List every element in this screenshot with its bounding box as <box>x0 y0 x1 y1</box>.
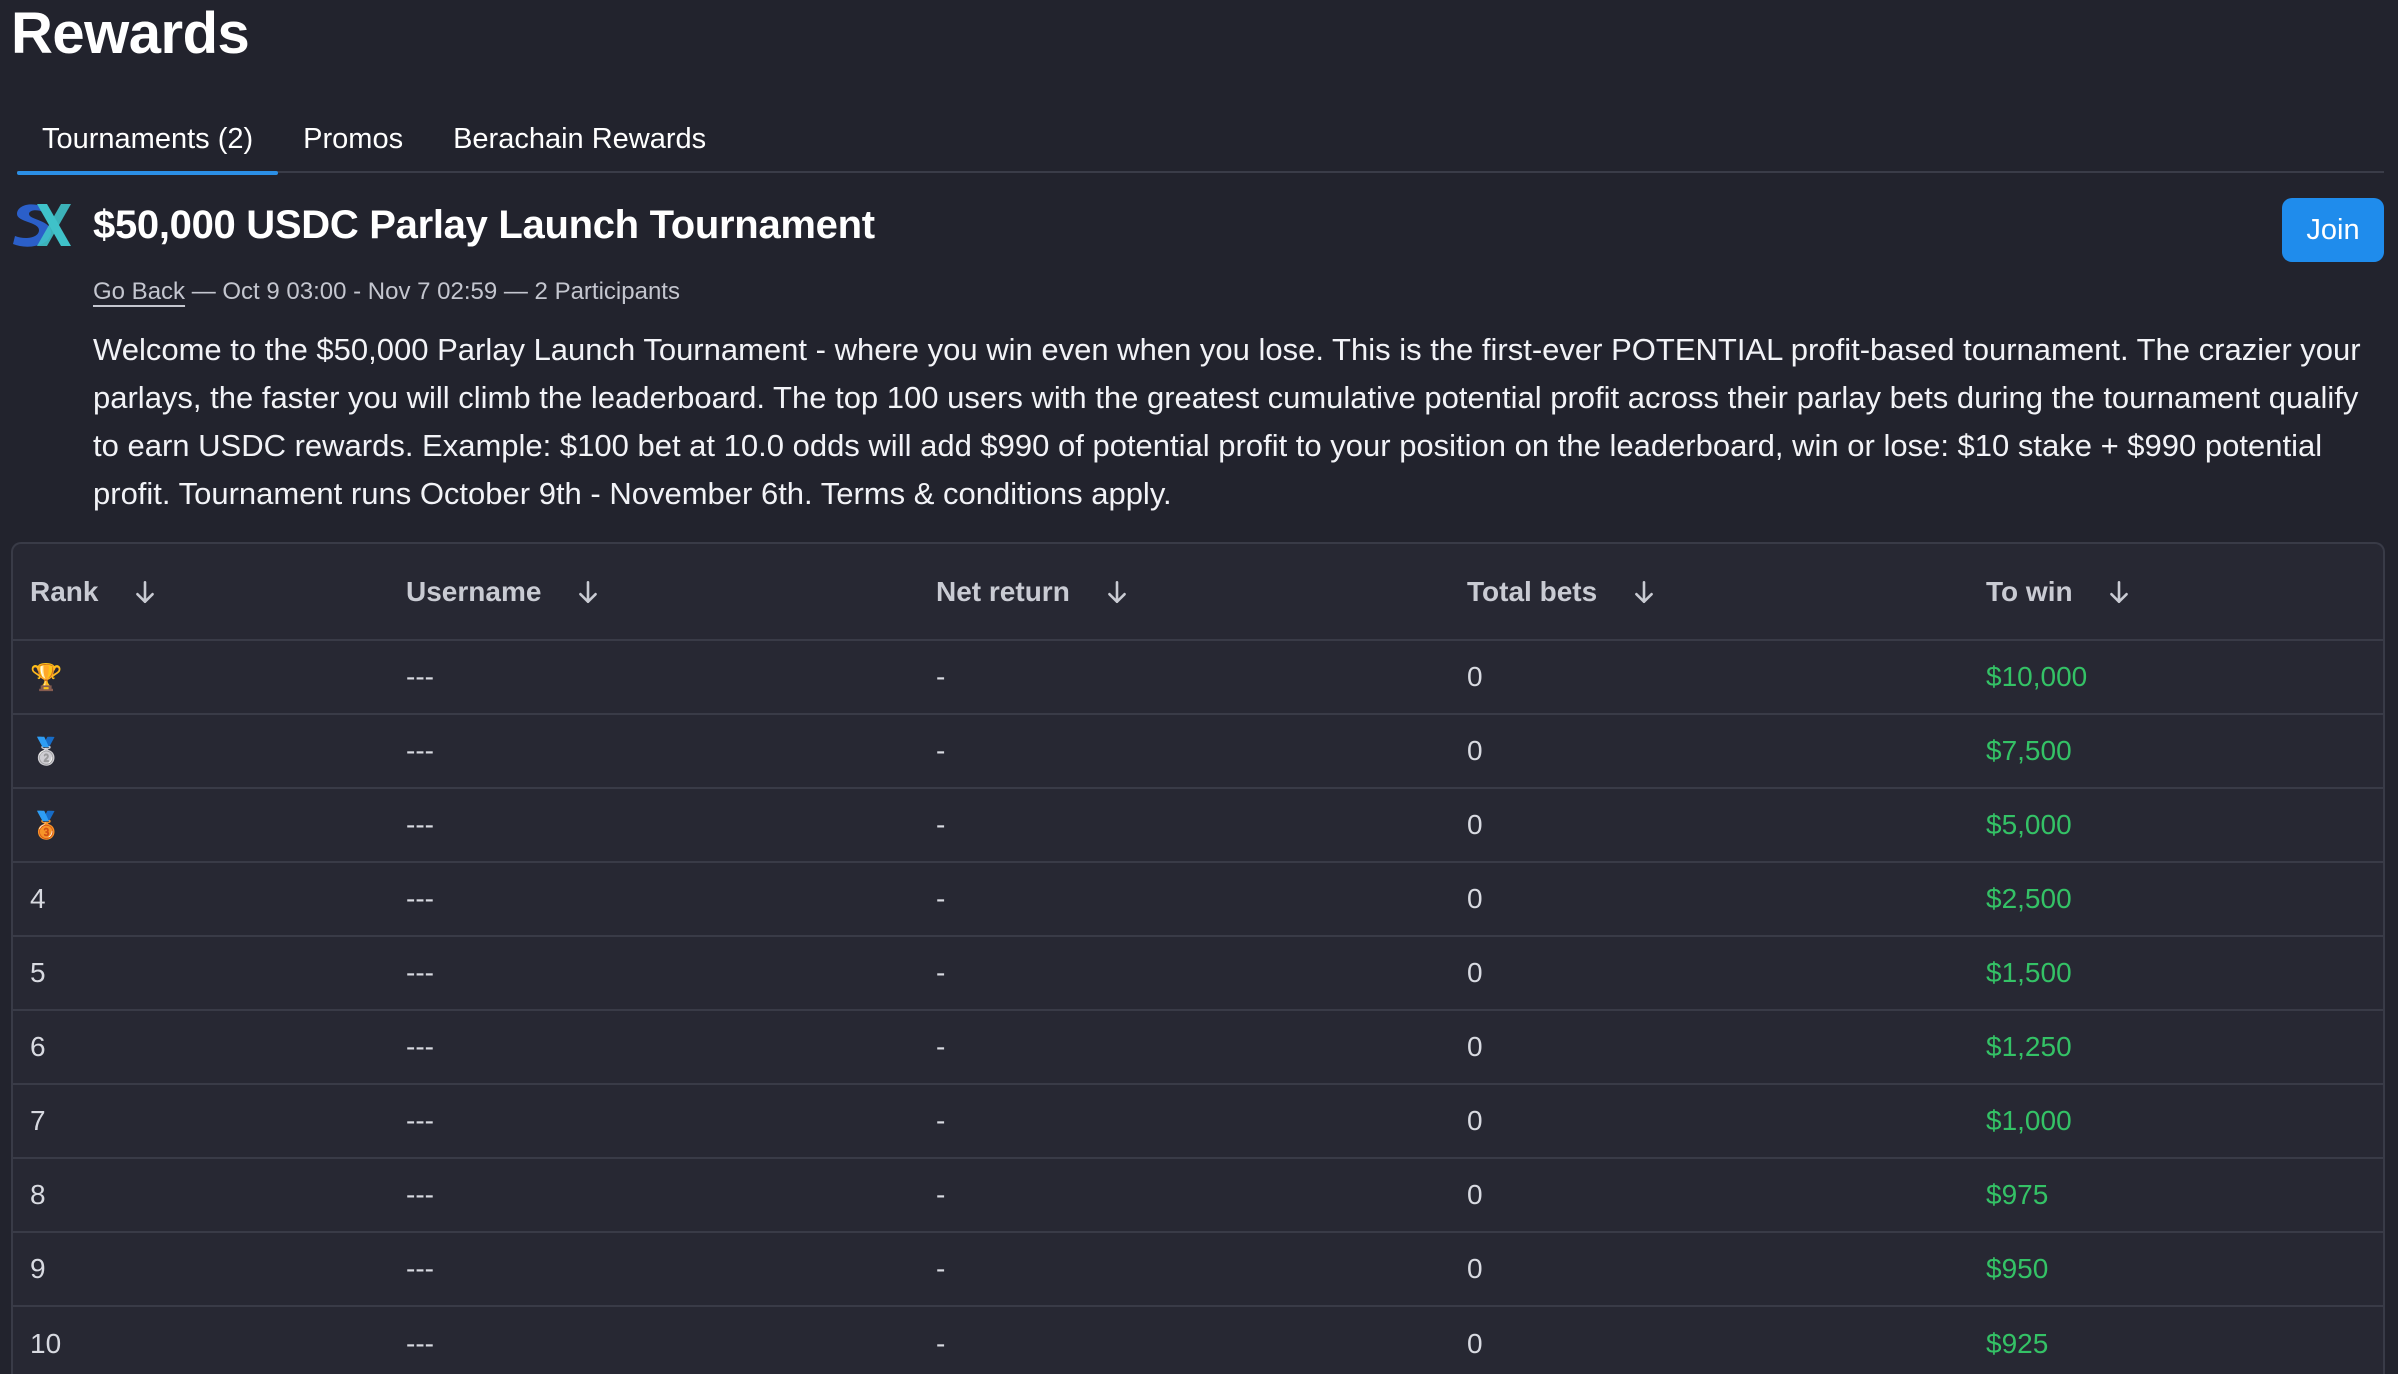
net-return-cell: - <box>936 1031 946 1062</box>
username-cell: --- <box>406 735 434 766</box>
table-row: 4 --- - 0 $2,500 <box>13 862 2383 936</box>
username-cell: --- <box>406 883 434 914</box>
username-cell: --- <box>406 1031 434 1062</box>
tab-tournaments[interactable]: Tournaments (2) <box>17 106 279 175</box>
arrow-down-icon <box>579 580 598 603</box>
table-row: 8 --- - 0 $975 <box>13 1158 2383 1232</box>
net-return-cell: - <box>936 809 946 840</box>
username-cell: --- <box>406 957 434 988</box>
column-header-username[interactable]: Username <box>389 544 919 640</box>
to-win-cell: $5,000 <box>1986 809 2072 840</box>
net-return-cell: - <box>936 735 946 766</box>
tab-bar: Tournaments (2) Promos Berachain Rewards <box>17 106 2384 175</box>
total-bets-cell: 0 <box>1467 809 1483 840</box>
table-row: 5 --- - 0 $1,500 <box>13 936 2383 1010</box>
go-back-link[interactable]: Go Back <box>93 278 185 305</box>
total-bets-cell: 0 <box>1467 883 1483 914</box>
leaderboard-table: Rank Username Net return Total bets To w… <box>11 542 2385 1374</box>
tournament-header: $50,000 USDC Parlay Launch Tournament Jo… <box>11 196 2384 262</box>
silver-medal-icon: 🥈 <box>30 736 63 766</box>
page: Rewards Tournaments (2) Promos Berachain… <box>0 0 2398 1374</box>
arrow-down-icon <box>1107 580 1126 603</box>
tab-promos[interactable]: Promos <box>278 106 428 173</box>
username-cell: --- <box>406 1179 434 1210</box>
table-row: 10 --- - 0 $925 <box>13 1306 2383 1374</box>
to-win-cell: $1,250 <box>1986 1031 2072 1062</box>
to-win-cell: $925 <box>1986 1327 2049 1359</box>
arrow-down-icon <box>2110 580 2129 603</box>
to-win-cell: $7,500 <box>1986 735 2072 766</box>
net-return-cell: - <box>936 1327 946 1359</box>
to-win-cell: $10,000 <box>1986 661 2088 692</box>
column-header-rank[interactable]: Rank <box>13 544 389 640</box>
net-return-cell: - <box>936 661 946 692</box>
column-header-total-bets[interactable]: Total bets <box>1450 544 1969 640</box>
net-return-cell: - <box>936 1179 946 1210</box>
to-win-cell: $2,500 <box>1986 883 2072 914</box>
net-return-cell: - <box>936 1105 946 1136</box>
username-cell: --- <box>406 1253 434 1284</box>
rank-cell: 4 <box>30 883 46 914</box>
rank-cell: 8 <box>30 1179 46 1210</box>
to-win-cell: $1,500 <box>1986 957 2072 988</box>
rank-cell: 6 <box>30 1031 46 1062</box>
to-win-cell: $950 <box>1986 1253 2049 1284</box>
column-header-to-win[interactable]: To win <box>1969 544 2383 640</box>
tournament-description: Welcome to the $50,000 Parlay Launch Tou… <box>93 332 2361 511</box>
rank-cell: 7 <box>30 1105 46 1136</box>
total-bets-cell: 0 <box>1467 1105 1483 1136</box>
column-header-net-return[interactable]: Net return <box>919 544 1450 640</box>
table-header-row: Rank Username Net return Total bets To w… <box>13 544 2383 640</box>
rank-cell: 5 <box>30 957 46 988</box>
total-bets-cell: 0 <box>1467 1253 1483 1284</box>
username-cell: --- <box>406 1327 434 1359</box>
tournament-meta: Go Back — Oct 9 03:00 - Nov 7 02:59 — 2 … <box>93 278 680 306</box>
net-return-cell: - <box>936 1253 946 1284</box>
tournament-title: $50,000 USDC Parlay Launch Tournament <box>93 203 875 247</box>
rank-cell: 🥉 <box>13 788 389 862</box>
total-bets-cell: 0 <box>1467 735 1483 766</box>
total-bets-cell: 0 <box>1467 661 1483 692</box>
username-cell: --- <box>406 809 434 840</box>
net-return-cell: - <box>936 957 946 988</box>
rank-cell: 10 <box>30 1327 62 1359</box>
table-row: 6 --- - 0 $1,250 <box>13 1010 2383 1084</box>
to-win-cell: $975 <box>1986 1179 2049 1210</box>
join-button[interactable]: Join <box>2282 198 2384 262</box>
total-bets-cell: 0 <box>1467 1031 1483 1062</box>
total-bets-cell: 0 <box>1467 1179 1483 1210</box>
table-row: 🥉 --- - 0 $5,000 <box>13 788 2383 862</box>
arrow-down-icon <box>1635 580 1653 603</box>
rank-cell: 🥈 <box>13 714 389 788</box>
username-cell: --- <box>406 1105 434 1136</box>
tournament-dates-participants: — Oct 9 03:00 - Nov 7 02:59 — 2 Particip… <box>185 278 680 305</box>
table-row: 7 --- - 0 $1,000 <box>13 1084 2383 1158</box>
rank-cell: 9 <box>30 1253 46 1284</box>
bronze-medal-icon: 🥉 <box>30 810 63 840</box>
sx-logo-icon <box>13 204 71 247</box>
trophy-icon: 🏆 <box>30 662 63 692</box>
net-return-cell: - <box>936 883 946 914</box>
table-row: 🏆 --- - 0 $10,000 <box>13 640 2383 714</box>
table-row: 9 --- - 0 $950 <box>13 1232 2383 1306</box>
tab-berachain-rewards[interactable]: Berachain Rewards <box>428 106 731 173</box>
total-bets-cell: 0 <box>1467 1327 1483 1359</box>
total-bets-cell: 0 <box>1467 957 1483 988</box>
username-cell: --- <box>406 661 434 692</box>
rank-cell: 🏆 <box>13 640 389 714</box>
page-title: Rewards <box>11 1 250 66</box>
arrow-down-icon <box>136 580 155 603</box>
table-row: 🥈 --- - 0 $7,500 <box>13 714 2383 788</box>
to-win-cell: $1,000 <box>1986 1105 2072 1136</box>
